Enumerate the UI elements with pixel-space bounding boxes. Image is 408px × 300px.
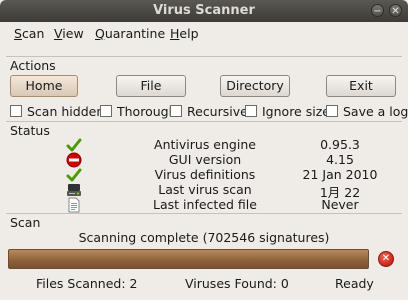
status-label: GUI version bbox=[168, 152, 242, 167]
checkmark-icon bbox=[66, 138, 82, 152]
menu-scan[interactable]: Scan bbox=[14, 26, 44, 41]
status-row-engine: Antivirus engine 0.95.3 bbox=[0, 137, 408, 153]
scan-section-label: Scan bbox=[10, 215, 41, 230]
actions-section-label: Actions bbox=[10, 58, 56, 73]
actions-separator bbox=[6, 56, 402, 57]
status-value: Never bbox=[321, 197, 359, 212]
recursive-checkbox[interactable]: Recursive bbox=[170, 104, 248, 119]
status-value: 0.95.3 bbox=[320, 137, 360, 152]
virus-scanner-window: Virus Scanner − ✕ Scan View Quarantine H… bbox=[0, 0, 408, 300]
file-button[interactable]: File bbox=[116, 75, 186, 97]
scan-hidden-checkbox[interactable]: Scan hidden bbox=[10, 104, 104, 119]
scan-progress-bar bbox=[8, 249, 369, 269]
no-entry-icon bbox=[66, 152, 82, 168]
status-row-last-infected: Last infected file Never bbox=[0, 197, 408, 213]
save-log-checkbox[interactable]: Save a log bbox=[326, 104, 408, 119]
stop-scan-icon[interactable]: ✕ bbox=[378, 251, 394, 267]
status-section-label: Status bbox=[10, 123, 50, 138]
scan-separator bbox=[6, 213, 402, 214]
viruses-found: Viruses Found: 0 bbox=[185, 276, 289, 291]
files-scanned: Files Scanned: 2 bbox=[36, 276, 138, 291]
status-row-gui: GUI version 4.15 bbox=[0, 152, 408, 168]
hard-drive-icon bbox=[67, 184, 81, 196]
home-button[interactable]: Home bbox=[10, 75, 78, 97]
scan-state: Ready bbox=[335, 276, 374, 291]
document-icon bbox=[68, 197, 80, 213]
status-row-last-scan: Last virus scan 1月 22 bbox=[0, 182, 408, 200]
menu-quarantine[interactable]: Quarantine bbox=[95, 26, 165, 41]
menu-bar: Scan View Quarantine Help bbox=[0, 22, 408, 44]
status-label: Last virus scan bbox=[158, 182, 252, 197]
close-window-button[interactable]: ✕ bbox=[389, 4, 402, 17]
directory-button[interactable]: Directory bbox=[220, 75, 290, 97]
status-label: Last infected file bbox=[153, 197, 257, 212]
menu-view[interactable]: View bbox=[54, 26, 84, 41]
minimize-button[interactable]: − bbox=[371, 4, 384, 17]
status-value: 21 Jan 2010 bbox=[302, 167, 378, 182]
status-separator bbox=[6, 121, 402, 122]
checkmark-icon bbox=[66, 168, 82, 182]
menu-help[interactable]: Help bbox=[170, 26, 199, 41]
thorough-checkbox[interactable]: Thorough bbox=[100, 104, 177, 119]
status-value: 4.15 bbox=[326, 152, 354, 167]
ignore-size-checkbox[interactable]: Ignore size bbox=[245, 104, 330, 119]
status-label: Virus definitions bbox=[154, 167, 256, 182]
scan-message: Scanning complete (702546 signatures) bbox=[78, 230, 330, 245]
status-label: Antivirus engine bbox=[154, 137, 256, 152]
status-row-definitions: Virus definitions 21 Jan 2010 bbox=[0, 167, 408, 183]
exit-button[interactable]: Exit bbox=[326, 75, 396, 97]
window-title: Virus Scanner bbox=[153, 3, 255, 18]
title-bar[interactable]: Virus Scanner − ✕ bbox=[0, 0, 408, 22]
